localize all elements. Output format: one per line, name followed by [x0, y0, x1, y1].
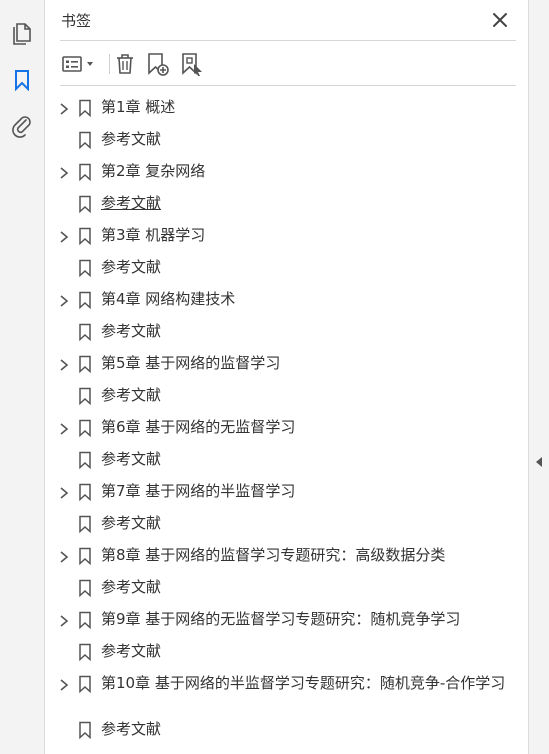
bookmark-item-icon	[78, 579, 92, 598]
bookmark-item-icon	[78, 515, 92, 534]
bookmark-label[interactable]: 第4章 网络构建技术	[101, 290, 521, 309]
bookmark-label[interactable]: 参考文献	[101, 258, 521, 277]
bookmark-item-icon	[78, 387, 92, 406]
bookmark-row[interactable]: 第4章 网络构建技术	[46, 284, 528, 316]
bookmark-label[interactable]: 第6章 基于网络的无监督学习	[101, 418, 521, 437]
bookmark-label[interactable]: 参考文献	[101, 130, 521, 149]
chevron-right-icon[interactable]	[58, 613, 70, 627]
bookmark-item-icon	[78, 643, 92, 662]
bookmark-label[interactable]: 参考文献	[101, 720, 521, 739]
bookmark-item-icon	[78, 419, 92, 438]
bookmark-item-icon	[78, 721, 92, 740]
bookmarks-toolbar	[60, 49, 516, 79]
bookmark-label[interactable]: 第8章 基于网络的监督学习专题研究：高级数据分类	[101, 546, 521, 565]
bookmark-item-icon	[78, 675, 92, 694]
chevron-right-icon[interactable]	[58, 677, 70, 691]
bookmark-item-icon	[78, 451, 92, 470]
pages-icon[interactable]	[10, 22, 34, 46]
chevron-right-icon[interactable]	[58, 293, 70, 307]
bookmark-row[interactable]: 第5章 基于网络的监督学习	[46, 348, 528, 380]
toolbar-separator	[109, 54, 110, 74]
bookmark-item-icon	[78, 195, 92, 214]
bookmark-item-icon	[78, 131, 92, 150]
bookmark-label[interactable]: 第10章 基于网络的半监督学习专题研究：随机竞争-合作学习	[101, 674, 521, 693]
bookmark-row[interactable]: 第1章 概述	[46, 92, 528, 124]
bookmark-item-icon	[78, 163, 92, 182]
bookmark-row[interactable]: 参考文献	[46, 252, 528, 284]
bookmark-label[interactable]: 参考文献	[101, 322, 521, 341]
panel-title: 书签	[61, 12, 92, 30]
bookmark-row[interactable]: 参考文献	[46, 636, 528, 668]
chevron-right-icon[interactable]	[58, 101, 70, 115]
bookmark-label[interactable]: 第1章 概述	[101, 98, 521, 117]
toolbar-divider	[60, 85, 516, 86]
bookmark-label[interactable]: 第9章 基于网络的无监督学习专题研究：随机竞争学习	[101, 610, 521, 629]
bookmark-row[interactable]: 第8章 基于网络的监督学习专题研究：高级数据分类	[46, 540, 528, 572]
bookmark-row[interactable]: 参考文献	[46, 124, 528, 156]
bookmarks-panel: 书签 第1章 概述 参考文献 第2章 复杂网络 参考文献 第3章 机器学习 参考…	[46, 0, 528, 754]
left-nav-rail	[0, 0, 45, 754]
bookmark-item-icon	[78, 259, 92, 278]
bookmark-item-icon	[78, 291, 92, 310]
new-bookmark-from-structure-icon[interactable]	[179, 49, 205, 79]
bookmark-label[interactable]: 参考文献	[101, 386, 521, 405]
chevron-right-icon[interactable]	[58, 229, 70, 243]
bookmark-item-icon	[78, 355, 92, 374]
bookmark-label[interactable]: 第3章 机器学习	[101, 226, 521, 245]
new-bookmark-icon[interactable]	[145, 49, 171, 79]
title-divider	[60, 40, 516, 41]
bookmark-row[interactable]: 参考文献	[46, 188, 528, 220]
bookmark-label[interactable]: 参考文献	[101, 450, 521, 469]
bookmark-item-icon	[78, 323, 92, 342]
bookmark-label[interactable]: 参考文献	[101, 578, 521, 597]
bookmark-item-icon	[78, 227, 92, 246]
bookmark-item-icon	[78, 483, 92, 502]
bookmark-row[interactable]: 第2章 复杂网络	[46, 156, 528, 188]
chevron-right-icon[interactable]	[58, 357, 70, 371]
bookmark-row[interactable]: 参考文献	[46, 380, 528, 412]
bookmark-item-icon	[78, 611, 92, 630]
chevron-right-icon[interactable]	[58, 485, 70, 499]
bookmark-label[interactable]: 第5章 基于网络的监督学习	[101, 354, 521, 373]
bookmark-tree: 第1章 概述 参考文献 第2章 复杂网络 参考文献 第3章 机器学习 参考文献 第4章 网络…	[46, 92, 528, 746]
collapse-panel-arrow-icon[interactable]	[536, 452, 543, 467]
bookmark-item-icon	[78, 547, 92, 566]
bookmark-label[interactable]: 参考文献	[101, 194, 521, 213]
bookmark-item-icon	[78, 99, 92, 118]
chevron-right-icon[interactable]	[58, 421, 70, 435]
close-icon[interactable]	[490, 10, 510, 30]
bookmark-row[interactable]: 参考文献	[46, 508, 528, 540]
bookmark-row[interactable]: 第3章 机器学习	[46, 220, 528, 252]
bookmark-label[interactable]: 参考文献	[101, 642, 521, 661]
bookmark-row[interactable]: 第10章 基于网络的半监督学习专题研究：随机竞争-合作学习	[46, 668, 528, 714]
bookmark-label[interactable]: 第2章 复杂网络	[101, 162, 521, 181]
bookmark-row[interactable]: 第9章 基于网络的无监督学习专题研究：随机竞争学习	[46, 604, 528, 636]
attachment-icon[interactable]	[10, 114, 34, 138]
options-menu-icon[interactable]	[60, 49, 98, 79]
chevron-right-icon[interactable]	[58, 549, 70, 563]
right-gutter	[528, 0, 549, 754]
bookmark-label[interactable]: 第7章 基于网络的半监督学习	[101, 482, 521, 501]
bookmark-row[interactable]: 参考文献	[46, 316, 528, 348]
delete-icon[interactable]	[112, 49, 138, 79]
bookmark-row[interactable]: 第6章 基于网络的无监督学习	[46, 412, 528, 444]
bookmark-row[interactable]: 第7章 基于网络的半监督学习	[46, 476, 528, 508]
bookmark-row[interactable]: 参考文献	[46, 714, 528, 746]
bookmark-row[interactable]: 参考文献	[46, 572, 528, 604]
bookmark-row[interactable]: 参考文献	[46, 444, 528, 476]
chevron-right-icon[interactable]	[58, 165, 70, 179]
bookmark-label[interactable]: 参考文献	[101, 514, 521, 533]
bookmark-icon[interactable]	[10, 68, 34, 92]
